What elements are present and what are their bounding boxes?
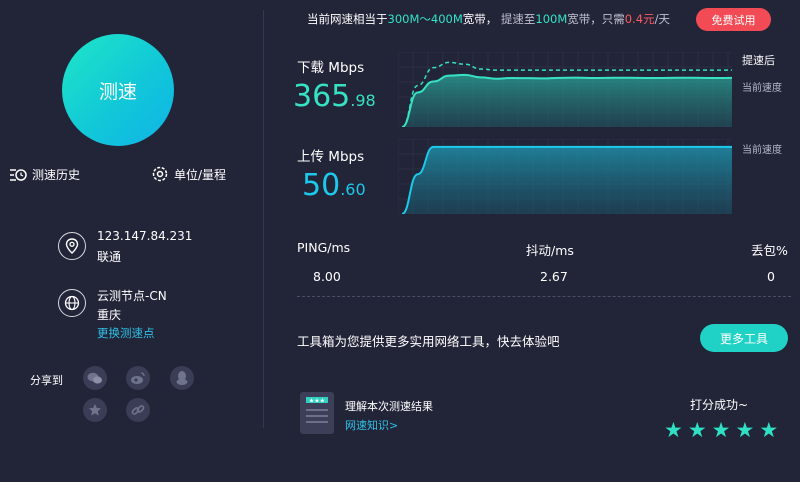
rating-text: 打分成功~ bbox=[690, 398, 749, 412]
isp-name: 联通 bbox=[97, 250, 122, 264]
star-icon[interactable]: ★ bbox=[759, 420, 778, 441]
upload-title: 上传 Mbps bbox=[297, 149, 365, 165]
download-title: 下载 Mbps bbox=[297, 60, 365, 76]
star-icon[interactable]: ★ bbox=[688, 420, 707, 441]
document-icon: ★★★ bbox=[300, 392, 334, 434]
ip-address: 123.147.84.231 bbox=[97, 229, 193, 243]
free-trial-button[interactable]: 免费试用 bbox=[696, 8, 771, 31]
banner-upgrade-prefix: 提速至 bbox=[500, 12, 536, 26]
loss-value: 0 bbox=[767, 269, 775, 284]
favorite-share-icon[interactable] bbox=[83, 398, 107, 422]
banner-prefix: 当前网速相当于 bbox=[307, 12, 388, 26]
jitter-value: 2.67 bbox=[540, 269, 568, 284]
ping-value: 8.00 bbox=[313, 269, 341, 284]
change-node-link[interactable]: 更换测速点 bbox=[97, 325, 155, 341]
start-test-button[interactable]: 测速 bbox=[62, 34, 174, 146]
upload-chart bbox=[398, 139, 732, 214]
download-speed: 365.98 bbox=[293, 79, 376, 114]
node-city: 重庆 bbox=[97, 308, 122, 322]
upload-speed: 50.60 bbox=[302, 168, 366, 203]
upload-current-area bbox=[402, 146, 732, 214]
gear-icon bbox=[152, 166, 168, 182]
share-label: 分享到 bbox=[30, 374, 63, 387]
download-current-area bbox=[402, 74, 732, 127]
location-icon bbox=[58, 232, 86, 260]
rating-stars: ★ ★ ★ ★ ★ bbox=[664, 420, 778, 441]
units-label: 单位/量程 bbox=[174, 167, 227, 182]
jitter-label: 抖动/ms bbox=[526, 243, 574, 258]
download-legend-after: 提速后 bbox=[742, 54, 775, 67]
history-icon bbox=[10, 168, 27, 181]
history-label: 测速历史 bbox=[32, 168, 81, 182]
wechat-share-icon[interactable] bbox=[83, 366, 107, 390]
star-icon[interactable]: ★ bbox=[664, 420, 683, 441]
banner-per: /天 bbox=[654, 12, 670, 26]
ping-label: PING/ms bbox=[297, 240, 351, 255]
link-share-icon[interactable] bbox=[126, 398, 150, 422]
more-tools-button[interactable]: 更多工具 bbox=[700, 324, 788, 352]
knowledge-link[interactable]: 网速知识> bbox=[345, 417, 398, 433]
star-icon[interactable]: ★ bbox=[712, 420, 731, 441]
download-speed-dec: .98 bbox=[350, 91, 376, 110]
download-chart bbox=[398, 52, 732, 127]
banner-price: 0.4元 bbox=[624, 12, 655, 26]
banner-suffix: 宽带， bbox=[462, 12, 498, 26]
panel-divider bbox=[263, 10, 264, 428]
weibo-share-icon[interactable] bbox=[126, 366, 150, 390]
qq-share-icon[interactable] bbox=[170, 366, 194, 390]
knowledge-title: 理解本次测速结果 bbox=[345, 400, 433, 413]
toolbox-text: 工具箱为您提供更多实用网络工具，快去体验吧 bbox=[297, 334, 560, 349]
upload-speed-dec: .60 bbox=[340, 180, 366, 199]
star-icon[interactable]: ★ bbox=[735, 420, 754, 441]
upgrade-banner: 当前网速相当于300M～400M宽带， 提速至100M宽带，只需0.4元/天 bbox=[307, 11, 670, 27]
banner-upgrade-speed: 100M bbox=[535, 12, 568, 26]
node-name: 云测节点-CN bbox=[97, 289, 167, 303]
svg-text:★★★: ★★★ bbox=[309, 398, 325, 405]
loss-label: 丢包% bbox=[751, 243, 788, 258]
download-legend-current: 当前速度 bbox=[742, 83, 782, 94]
upload-speed-int: 50 bbox=[302, 168, 341, 203]
upload-legend-current: 当前速度 bbox=[742, 145, 782, 156]
stats-divider bbox=[297, 296, 791, 297]
download-speed-int: 365 bbox=[293, 79, 351, 114]
banner-range: 300M～400M bbox=[387, 12, 463, 26]
globe-icon bbox=[58, 289, 86, 317]
banner-upgrade-suffix: 宽带，只需 bbox=[567, 12, 625, 26]
units-button[interactable]: 单位/量程 bbox=[151, 165, 226, 183]
history-button[interactable]: 测速历史 bbox=[9, 166, 80, 183]
